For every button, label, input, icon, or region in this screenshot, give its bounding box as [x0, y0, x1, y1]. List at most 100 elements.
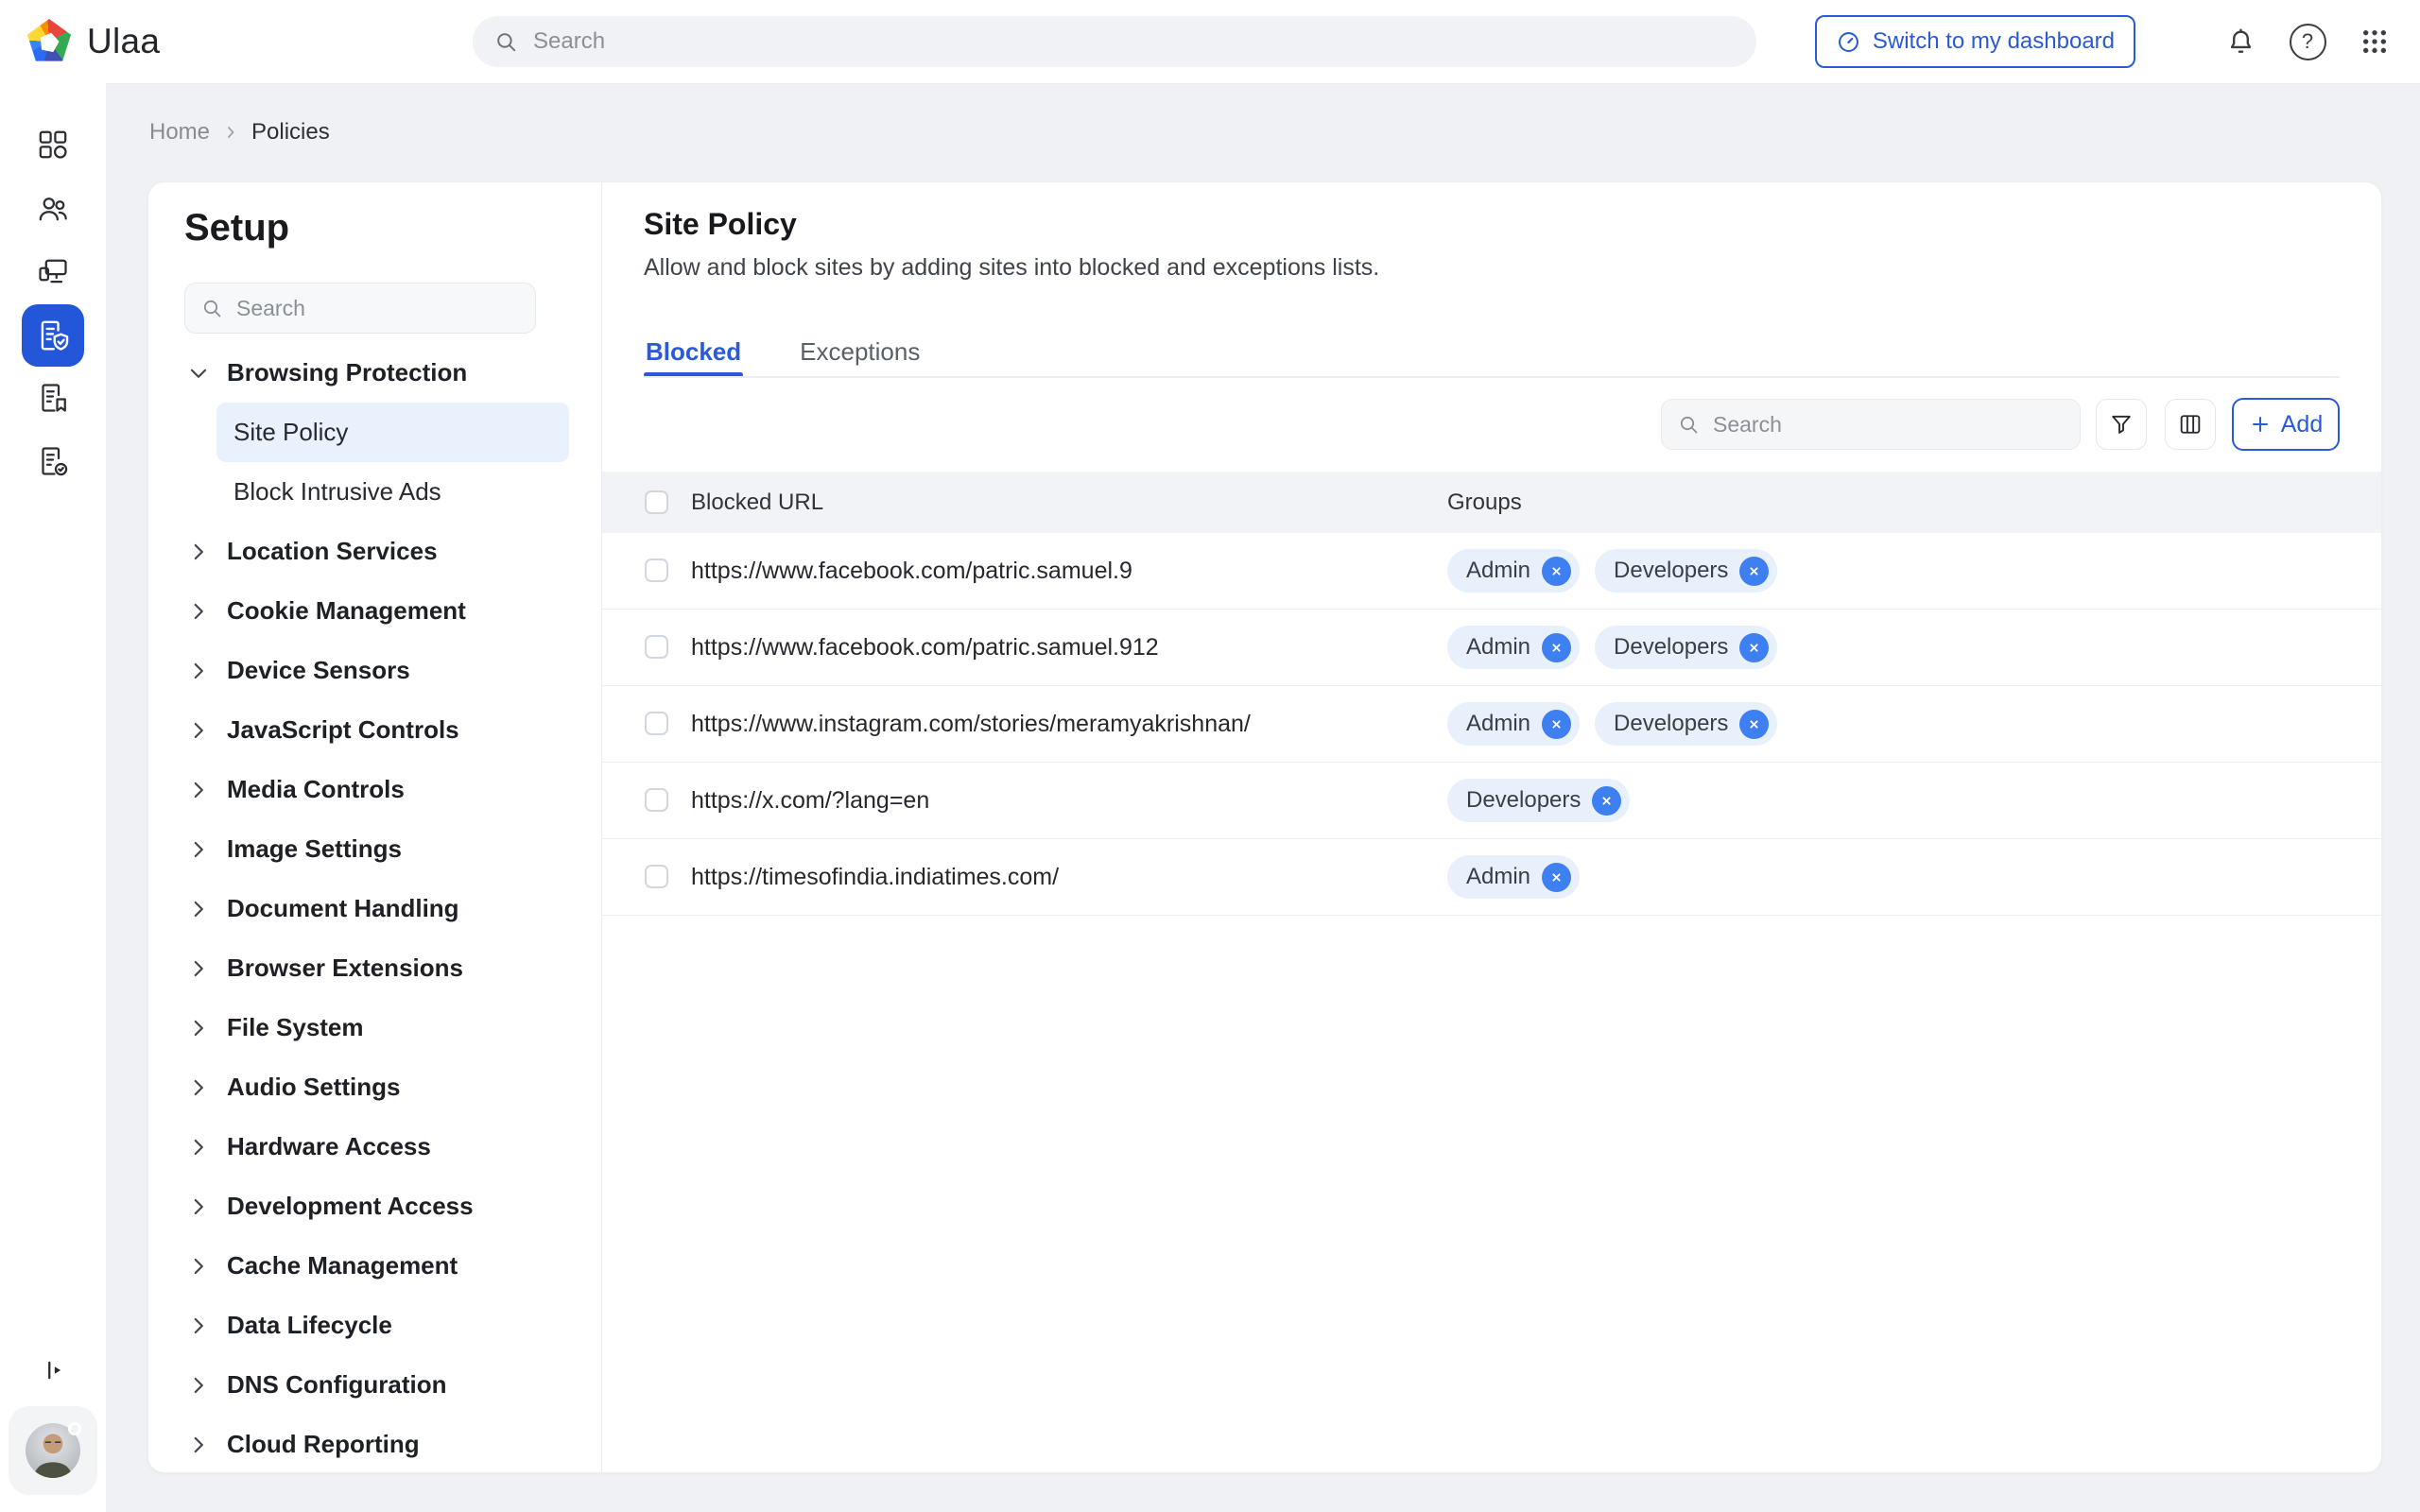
- group-chip-admin: Admin: [1447, 626, 1580, 669]
- tree-category-data-lifecycle[interactable]: Data Lifecycle: [148, 1296, 601, 1355]
- chevron-right-icon: [186, 599, 211, 624]
- global-search-input[interactable]: [531, 27, 1745, 56]
- group-chip-label: Admin: [1466, 634, 1530, 661]
- groups-cell: Developers: [1447, 763, 1630, 838]
- add-button[interactable]: Add: [2232, 398, 2340, 451]
- tree-category-cloud-reporting[interactable]: Cloud Reporting: [148, 1415, 601, 1474]
- tree-category-cache-management[interactable]: Cache Management: [148, 1236, 601, 1296]
- filter-button[interactable]: [2096, 399, 2147, 450]
- tab-exceptions[interactable]: Exceptions: [798, 326, 922, 377]
- row-checkbox[interactable]: [645, 865, 668, 888]
- tree-category-browser-extensions[interactable]: Browser Extensions: [148, 938, 601, 998]
- table-search-input[interactable]: [1711, 411, 2065, 438]
- help-question-mark: ?: [2290, 24, 2326, 60]
- group-chip-label: Admin: [1466, 558, 1530, 584]
- column-header-blocked-url: Blocked URL: [691, 472, 823, 533]
- dashboard-grid-icon[interactable]: [30, 122, 76, 167]
- tree-item-label: Block Intrusive Ads: [233, 477, 441, 507]
- tree-category-device-sensors[interactable]: Device Sensors: [148, 641, 601, 700]
- tree-category-label: DNS Configuration: [227, 1370, 447, 1400]
- setup-search[interactable]: [184, 283, 536, 334]
- group-chip-label: Developers: [1466, 787, 1581, 814]
- remove-group-icon[interactable]: [1542, 863, 1571, 892]
- tree-category-document-handling[interactable]: Document Handling: [148, 879, 601, 938]
- tree-item-site-policy[interactable]: Site Policy: [216, 403, 569, 462]
- tree-category-label: Data Lifecycle: [227, 1311, 392, 1340]
- user-groups-icon[interactable]: [30, 186, 76, 232]
- table-search[interactable]: [1661, 399, 2081, 450]
- group-chip-label: Developers: [1614, 634, 1728, 661]
- columns-button[interactable]: [2165, 399, 2216, 450]
- tree-category-file-system[interactable]: File System: [148, 998, 601, 1057]
- tree-category-label: Browser Extensions: [227, 954, 463, 983]
- remove-group-icon[interactable]: [1542, 633, 1571, 662]
- doc-badge-icon[interactable]: [30, 438, 76, 484]
- tree-category-label: JavaScript Controls: [227, 715, 459, 745]
- avatar-image: [26, 1423, 80, 1478]
- tab-blocked[interactable]: Blocked: [644, 326, 743, 377]
- tree-category-label: Device Sensors: [227, 656, 410, 685]
- blocked-url-cell: https://www.instagram.com/stories/meramy…: [691, 686, 1251, 762]
- help-icon[interactable]: ?: [2287, 21, 2328, 62]
- remove-group-icon[interactable]: [1739, 633, 1769, 662]
- tree-category-hardware-access[interactable]: Hardware Access: [148, 1117, 601, 1177]
- row-checkbox[interactable]: [645, 635, 668, 659]
- search-icon: [493, 29, 518, 54]
- site-policy-panel: Site Policy Allow and block sites by add…: [602, 182, 2381, 1472]
- tree-item-block-intrusive-ads[interactable]: Block Intrusive Ads: [148, 462, 601, 522]
- switch-dashboard-button[interactable]: Switch to my dashboard: [1815, 15, 2135, 68]
- table-row: https://www.facebook.com/patric.samuel.9…: [602, 533, 2381, 610]
- row-checkbox[interactable]: [645, 558, 668, 582]
- remove-group-icon[interactable]: [1739, 710, 1769, 739]
- search-icon: [200, 297, 223, 319]
- breadcrumb-current: Policies: [251, 119, 330, 146]
- row-checkbox[interactable]: [645, 712, 668, 735]
- blocked-url-cell: https://www.facebook.com/patric.samuel.9: [691, 533, 1132, 609]
- tree-category-dns-configuration[interactable]: DNS Configuration: [148, 1355, 601, 1415]
- tree-category-label: Audio Settings: [227, 1073, 400, 1102]
- tree-category-audio-settings[interactable]: Audio Settings: [148, 1057, 601, 1117]
- remove-group-icon[interactable]: [1542, 710, 1571, 739]
- group-chip-developers: Developers: [1595, 702, 1777, 746]
- group-chip-developers: Developers: [1595, 549, 1777, 593]
- tree-category-image-settings[interactable]: Image Settings: [148, 819, 601, 879]
- notifications-bell-icon[interactable]: [2220, 21, 2261, 62]
- content-card: Setup Browsing ProtectionSite PolicyBloc…: [147, 181, 2382, 1473]
- tree-category-label: Cookie Management: [227, 596, 466, 626]
- apps-grid-icon[interactable]: [2354, 21, 2395, 62]
- remove-group-icon[interactable]: [1739, 557, 1769, 586]
- user-avatar[interactable]: [9, 1406, 97, 1495]
- tree-category-cookie-management[interactable]: Cookie Management: [148, 581, 601, 641]
- tree-category-javascript-controls[interactable]: JavaScript Controls: [148, 700, 601, 760]
- topbar-actions: Switch to my dashboard ?: [1815, 0, 2395, 83]
- chevron-right-icon: [186, 1254, 211, 1279]
- expand-sidebar-icon[interactable]: [30, 1348, 76, 1393]
- chevron-right-icon: [186, 540, 211, 564]
- breadcrumb: Home Policies: [149, 115, 330, 149]
- devices-icon[interactable]: [30, 249, 76, 294]
- left-rail: [0, 83, 106, 1512]
- setup-search-input[interactable]: [234, 295, 520, 322]
- groups-cell: Admin: [1447, 839, 1580, 915]
- chevron-right-icon: [186, 956, 211, 981]
- select-all-checkbox[interactable]: [645, 490, 668, 514]
- remove-group-icon[interactable]: [1592, 786, 1621, 816]
- policies-icon-active[interactable]: [22, 304, 84, 367]
- group-chip-label: Developers: [1614, 711, 1728, 737]
- blocked-url-cell: https://x.com/?lang=en: [691, 763, 929, 838]
- setup-panel: Setup Browsing ProtectionSite PolicyBloc…: [148, 182, 601, 1472]
- tree-category-label: File System: [227, 1013, 364, 1042]
- tree-category-development-access[interactable]: Development Access: [148, 1177, 601, 1236]
- breadcrumb-home[interactable]: Home: [149, 119, 210, 146]
- group-chip-developers: Developers: [1447, 779, 1630, 822]
- tree-category-browsing-protection[interactable]: Browsing Protection: [148, 343, 601, 403]
- remove-group-icon[interactable]: [1542, 557, 1571, 586]
- global-search[interactable]: [473, 16, 1756, 67]
- tree-category-location-services[interactable]: Location Services: [148, 522, 601, 581]
- tree-category-media-controls[interactable]: Media Controls: [148, 760, 601, 819]
- doc-bookmark-icon[interactable]: [30, 375, 76, 421]
- tree-category-label: Image Settings: [227, 834, 402, 864]
- topbar: Ulaa Switch to my dashboard ?: [0, 0, 2420, 84]
- table-row: https://www.facebook.com/patric.samuel.9…: [602, 610, 2381, 686]
- row-checkbox[interactable]: [645, 788, 668, 812]
